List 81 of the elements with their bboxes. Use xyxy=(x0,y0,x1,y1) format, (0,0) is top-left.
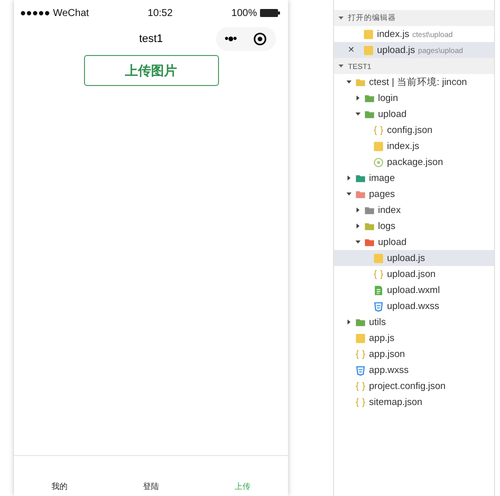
file-name: login xyxy=(378,92,398,104)
tree-item[interactable]: upload xyxy=(334,234,494,250)
tree-item[interactable]: index.js xyxy=(334,138,494,154)
caret-down-icon[interactable] xyxy=(346,79,352,85)
braces-icon xyxy=(355,380,366,392)
caret-down-icon[interactable] xyxy=(338,15,344,21)
file-name: utils xyxy=(369,316,386,328)
caret-right-icon[interactable] xyxy=(355,207,361,213)
file-name: sitemap.json xyxy=(369,396,422,408)
file-name: app.js xyxy=(369,332,394,344)
file-name: upload xyxy=(378,236,407,248)
stylesheet-icon xyxy=(355,364,366,376)
tree-item[interactable]: image xyxy=(334,170,494,186)
file-name: upload.js xyxy=(377,44,416,56)
tree-item[interactable]: ctest | 当前环境: jincon xyxy=(334,74,494,90)
tree-item[interactable]: login xyxy=(334,90,494,106)
caret-right-icon[interactable] xyxy=(346,175,352,181)
file-icon xyxy=(363,44,374,56)
tree-item[interactable]: index xyxy=(334,202,494,218)
file-icon xyxy=(373,252,384,264)
file-icon xyxy=(373,140,384,152)
braces-icon xyxy=(373,268,384,280)
caret-down-icon[interactable] xyxy=(355,239,361,245)
file-name: logs xyxy=(378,220,396,232)
package-icon xyxy=(373,156,384,168)
tree-item[interactable]: upload.js xyxy=(334,250,494,266)
file-name: upload.wxss xyxy=(387,300,440,312)
tree-item[interactable]: app.wxss xyxy=(334,362,494,378)
document-icon xyxy=(373,284,384,296)
braces-icon xyxy=(355,396,366,408)
tree-item[interactable]: sitemap.json xyxy=(334,394,494,410)
file-name: index.js xyxy=(387,140,420,152)
tree-item[interactable]: app.js xyxy=(334,330,494,346)
file-name: upload.wxml xyxy=(387,284,440,296)
stylesheet-icon xyxy=(373,300,384,312)
capsule-menu[interactable]: •●• xyxy=(216,27,276,51)
close-target-icon[interactable] xyxy=(253,32,268,46)
file-name: index xyxy=(378,204,401,216)
braces-icon xyxy=(373,124,384,136)
clock: 10:52 xyxy=(148,8,173,18)
file-name: config.json xyxy=(387,124,432,136)
tree-item[interactable]: pages xyxy=(334,186,494,202)
tree-item[interactable]: upload.wxml xyxy=(334,282,494,298)
file-name: package.json xyxy=(387,156,443,168)
file-icon xyxy=(363,28,374,40)
caret-right-icon[interactable] xyxy=(355,223,361,229)
file-name: app.json xyxy=(369,348,405,360)
file-name: upload xyxy=(378,108,407,120)
tree-item[interactable]: app.json xyxy=(334,346,494,362)
file-name: ctest | 当前环境: jincon xyxy=(369,76,467,88)
tree-item[interactable]: upload.wxss xyxy=(334,298,494,314)
caret-down-icon[interactable] xyxy=(338,63,344,69)
tab[interactable]: 我的 xyxy=(14,481,106,492)
file-name: upload.json xyxy=(387,268,436,280)
tree-item[interactable]: project.config.json xyxy=(334,378,494,394)
file-name: pages xyxy=(369,188,395,200)
file-name: project.config.json xyxy=(369,380,446,392)
file-name: upload.js xyxy=(387,252,426,264)
close-button[interactable]: × xyxy=(348,44,354,56)
battery-icon xyxy=(260,9,280,17)
caret-right-icon[interactable] xyxy=(346,319,352,325)
caret-down-icon[interactable] xyxy=(346,191,352,197)
caret-right-icon[interactable] xyxy=(355,95,361,101)
file-name: app.wxss xyxy=(369,364,409,376)
caret-down-icon[interactable] xyxy=(355,111,361,117)
file-name: image xyxy=(369,172,395,184)
carrier-label: ●●●●● WeChat xyxy=(20,8,89,18)
tree-item[interactable]: utils xyxy=(334,314,494,330)
tree-item[interactable]: logs xyxy=(334,218,494,234)
file-name: index.js xyxy=(377,28,410,40)
braces-icon xyxy=(355,348,366,360)
page-title: test1 xyxy=(139,33,163,45)
battery-level: 100% xyxy=(231,8,257,18)
upload-image-button[interactable]: 上传图片 xyxy=(84,55,218,86)
file-icon xyxy=(355,332,366,344)
more-button[interactable]: •●• xyxy=(224,33,236,45)
tree-item[interactable]: config.json xyxy=(334,122,494,138)
tree-item[interactable]: package.json xyxy=(334,154,494,170)
tree-item[interactable]: upload.json xyxy=(334,266,494,282)
tab[interactable]: 登陆 xyxy=(105,481,197,492)
tree-item[interactable]: upload xyxy=(334,106,494,122)
